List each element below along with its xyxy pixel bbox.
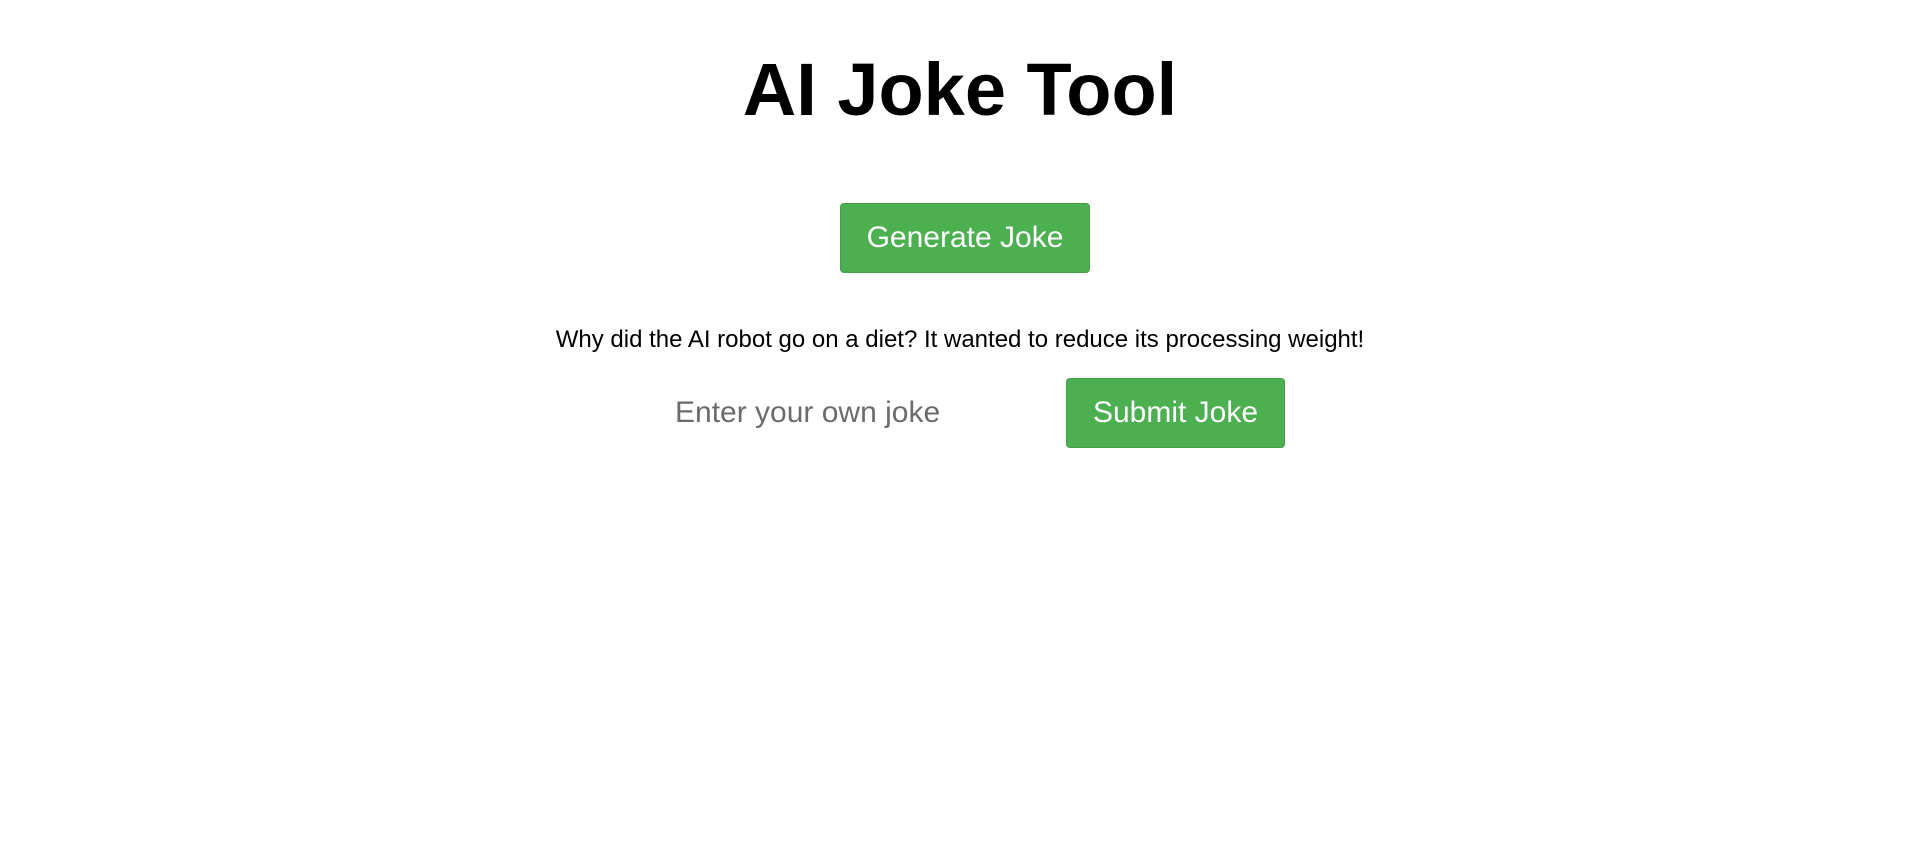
submit-joke-button[interactable]: Submit Joke — [1066, 378, 1285, 448]
page: AI Joke Tool Generate Joke Why did the A… — [0, 0, 1920, 850]
joke-input[interactable] — [660, 378, 1040, 448]
generate-joke-button[interactable]: Generate Joke — [840, 203, 1090, 273]
page-title: AI Joke Tool — [742, 48, 1178, 131]
joke-display: Why did the AI robot go on a diet? It wa… — [555, 326, 1365, 353]
